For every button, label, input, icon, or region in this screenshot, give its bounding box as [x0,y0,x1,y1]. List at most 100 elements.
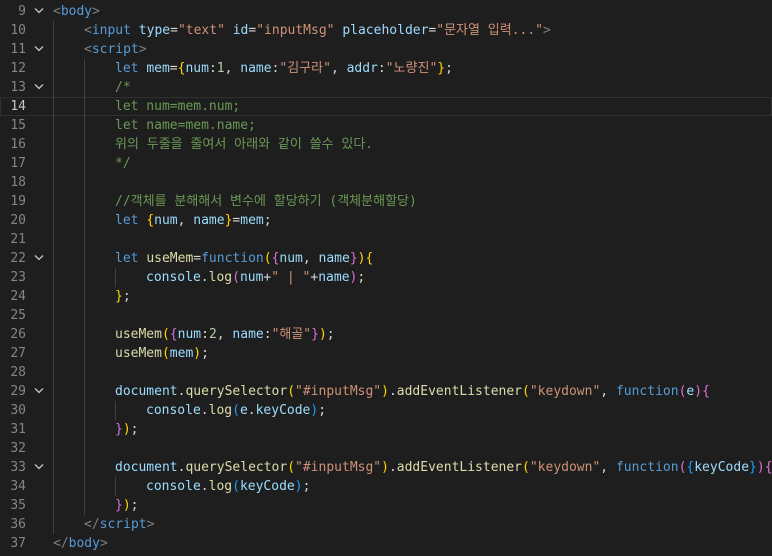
fold-chevron-icon[interactable] [32,78,46,97]
fold-chevron-icon[interactable] [32,249,46,268]
code-token: ) [294,479,303,494]
code-line[interactable]: 25 [0,306,772,325]
code-token: name [193,213,225,228]
code-line[interactable]: 18 [0,173,772,192]
code-line[interactable]: 31}); [0,420,772,439]
code-text: let mem={num:1, name:"김구라", addr:"노량진"}; [115,59,453,78]
indent-guide [84,363,85,382]
code-token: ( [287,460,296,475]
code-text: console.log(keyCode); [146,477,310,496]
fold-chevron-icon[interactable] [32,382,46,401]
code-token: } [115,289,123,304]
code-text: <input type="text" id="inputMsg" placeho… [84,21,551,40]
code-token: 1 [216,61,225,76]
line-number: 21 [10,232,26,247]
line-number: 30 [10,403,26,418]
code-line[interactable]: 12 let mem={num:1, name:"김구라", addr:"노량진"… [0,59,772,78]
code-text: }; [115,287,131,306]
code-line[interactable]: 34 console.log(keyCode); [0,477,772,496]
code-token: body [60,4,93,19]
code-token: = [193,251,202,266]
code-token: id [232,23,249,38]
fold-chevron-icon[interactable] [32,40,46,59]
code-token: addEventListener [396,384,523,399]
code-line[interactable]: 28 [0,363,772,382]
code-token: 위의 두줄을 줄여서 아래와 같이 쓸수 있다. [115,137,374,152]
code-line[interactable]: 36 </script> [0,515,772,534]
line-number: 32 [10,441,26,456]
code-token: function [615,460,679,475]
code-line[interactable]: 10 <input type="text" id="inputMsg" place… [0,21,772,40]
code-token: { [169,327,178,342]
code-token: "#inputMsg" [295,384,382,399]
code-line[interactable]: 13 /* [0,78,772,97]
code-line[interactable]: 32 [0,439,772,458]
code-text: useMem({num:2, name:"해골"}); [115,325,335,344]
line-number: 9 [18,4,26,19]
code-token: , [216,327,233,342]
code-text: <script> [84,40,147,59]
code-token: "노량진" [385,61,438,76]
code-line[interactable]: 15 let name=mem.name; [0,116,772,135]
indent-guide [84,287,85,306]
code-line[interactable]: 17 */ [0,154,772,173]
code-line[interactable]: 16 위의 두줄을 줄여서 아래와 같이 쓸수 있다. [0,135,772,154]
code-line[interactable]: 30 console.log(e.keyCode); [0,401,772,420]
code-line[interactable]: 26 useMem({num:2, name:"해골"}); [0,325,772,344]
code-line[interactable]: 11 <script> [0,40,772,59]
code-token: /* [115,80,131,95]
code-line[interactable]: 21 [0,230,772,249]
code-token: document [115,384,178,399]
line-number: 29 [10,384,26,399]
code-token: ; [201,346,209,361]
indent-guide [115,477,116,496]
code-token: num [177,327,202,342]
code-line[interactable]: 33 document.querySelector("#inputMsg").ad… [0,458,772,477]
code-token: console [146,479,201,494]
code-line[interactable]: 20 let {num, name}=mem; [0,211,772,230]
line-number: 27 [10,346,26,361]
code-token: , [302,251,319,266]
code-token: name [232,327,264,342]
code-text: console.log(e.keyCode); [146,401,326,420]
code-line[interactable]: 29 document.querySelector("#inputMsg").ad… [0,382,772,401]
code-line[interactable]: 27 useMem(mem); [0,344,772,363]
indent-guide [53,306,54,325]
indent-guide [84,496,85,515]
indent-guide [115,401,116,420]
indent-guide [53,211,54,230]
indent-guide [53,97,54,116]
code-token: ; [326,327,335,342]
code-token: > [146,517,155,532]
fold-chevron-icon[interactable] [32,458,46,477]
code-line[interactable]: 35}); [0,496,772,515]
indent-guide [53,382,54,401]
code-line[interactable]: 14 let num=mem.num; [0,97,772,116]
indent-guide [84,477,85,496]
code-token: , [224,61,241,76]
indent-guide [84,325,85,344]
code-token: ( [522,460,530,475]
indent-guide [84,344,85,363]
code-token: { [365,251,374,266]
code-token: = [169,61,178,76]
code-line[interactable]: 9 <body> [0,2,772,21]
code-token: keyCode [694,460,750,475]
code-token: ; [445,61,453,76]
code-editor[interactable]: 9 <body> 10 <input type="text" id="inputMsg… [0,0,772,556]
code-line[interactable]: 37 </body> [0,534,772,553]
fold-chevron-icon[interactable] [32,2,46,21]
code-line[interactable]: 23 console.log(num+" | "+name); [0,268,772,287]
code-line[interactable]: 24}; [0,287,772,306]
code-token: "inputMsg" [256,23,335,38]
code-token: name [318,251,350,266]
code-line[interactable]: 19 //객체를 분해해서 변수에 할당하기 (객체분해할당) [0,192,772,211]
code-token: useMem [115,346,162,361]
code-token: < [84,42,92,57]
code-token: . [200,270,209,285]
code-line[interactable]: 22 let useMem=function({num, name}){ [0,249,772,268]
code-token: } [749,460,757,475]
indent-guide [53,116,54,135]
code-token: addEventListener [396,460,523,475]
